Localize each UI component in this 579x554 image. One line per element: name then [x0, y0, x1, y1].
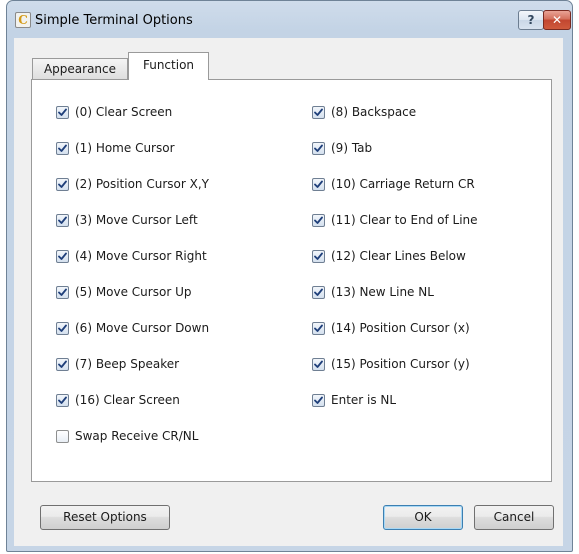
checkbox-checked-icon[interactable]	[56, 249, 69, 263]
checkbox-label: (14) Position Cursor (x)	[331, 321, 470, 335]
checkbox-label: (13) New Line NL	[331, 285, 434, 299]
checkbox-label: (1) Home Cursor	[75, 141, 175, 155]
close-icon: ✕	[551, 13, 563, 27]
reset-options-button[interactable]: Reset Options	[40, 505, 170, 530]
checkbox-swap-receive-cr-nl[interactable]: Swap Receive CR/NL	[56, 428, 198, 444]
checkbox-label: Swap Receive CR/NL	[75, 429, 199, 443]
checkbox-enter-is-nl[interactable]: Enter is NL	[312, 392, 396, 408]
checkbox-checked-icon[interactable]	[312, 285, 325, 299]
checkbox-0-clear-screen[interactable]: (0) Clear Screen	[56, 104, 172, 120]
checkbox-checked-icon[interactable]	[56, 141, 69, 155]
close-button[interactable]: ✕	[543, 10, 571, 30]
checkbox-checked-icon[interactable]	[56, 177, 69, 191]
checkbox-checked-icon[interactable]	[312, 141, 325, 155]
cancel-button[interactable]: Cancel	[474, 505, 554, 530]
checkbox-label: (4) Move Cursor Right	[75, 249, 207, 263]
checkbox-3-move-cursor-left[interactable]: (3) Move Cursor Left	[56, 212, 198, 228]
app-icon: C	[15, 12, 31, 28]
help-icon: ?	[527, 13, 535, 27]
checkbox-label: (12) Clear Lines Below	[331, 249, 466, 263]
checkbox-16-clear-screen[interactable]: (16) Clear Screen	[56, 392, 180, 408]
checkbox-5-move-cursor-up[interactable]: (5) Move Cursor Up	[56, 284, 191, 300]
checkbox-6-move-cursor-down[interactable]: (6) Move Cursor Down	[56, 320, 209, 336]
checkbox-label: (8) Backspace	[331, 105, 417, 119]
ok-button[interactable]: OK	[383, 505, 463, 530]
checkbox-checked-icon[interactable]	[56, 105, 69, 119]
checkbox-unchecked-icon[interactable]	[56, 429, 69, 443]
checkbox-1-home-cursor[interactable]: (1) Home Cursor	[56, 140, 175, 156]
tab-function[interactable]: Function	[128, 52, 209, 80]
checkbox-checked-icon[interactable]	[312, 213, 325, 227]
checkbox-checked-icon[interactable]	[56, 213, 69, 227]
checkbox-checked-icon[interactable]	[312, 177, 325, 191]
checkbox-2-position-cursor-x-y[interactable]: (2) Position Cursor X,Y	[56, 176, 209, 192]
options-dialog: C Simple Terminal Options ? ✕ Appearance…	[6, 0, 573, 552]
checkbox-7-beep-speaker[interactable]: (7) Beep Speaker	[56, 356, 179, 372]
checkbox-checked-icon[interactable]	[312, 357, 325, 371]
dialog-client-area: Appearance Function (0) Clear Screen (1) …	[14, 38, 563, 546]
checkbox-8-backspace[interactable]: (8) Backspace	[312, 104, 416, 120]
function-tab-panel: (0) Clear Screen (1) Home Cursor (2) Posit…	[31, 79, 552, 482]
checkbox-4-move-cursor-right[interactable]: (4) Move Cursor Right	[56, 248, 207, 264]
checkbox-label: Enter is NL	[331, 393, 397, 407]
checkbox-checked-icon[interactable]	[56, 321, 69, 335]
checkbox-checked-icon[interactable]	[56, 285, 69, 299]
checkbox-checked-icon[interactable]	[312, 321, 325, 335]
checkbox-label: (2) Position Cursor X,Y	[75, 177, 209, 191]
checkbox-label: (15) Position Cursor (y)	[331, 357, 470, 371]
checkbox-15-position-cursor-y[interactable]: (15) Position Cursor (y)	[312, 356, 470, 372]
checkbox-14-position-cursor-x[interactable]: (14) Position Cursor (x)	[312, 320, 470, 336]
tab-appearance[interactable]: Appearance	[32, 58, 128, 79]
checkbox-10-carriage-return-cr[interactable]: (10) Carriage Return CR	[312, 176, 475, 192]
checkbox-label: (6) Move Cursor Down	[75, 321, 210, 335]
checkbox-label: (5) Move Cursor Up	[75, 285, 192, 299]
checkbox-label: (16) Clear Screen	[75, 393, 180, 407]
checkbox-checked-icon[interactable]	[312, 105, 325, 119]
checkbox-checked-icon[interactable]	[56, 393, 69, 407]
checkbox-11-clear-to-end-of-line[interactable]: (11) Clear to End of Line	[312, 212, 478, 228]
checkbox-label: (0) Clear Screen	[75, 105, 173, 119]
checkbox-13-new-line-nl[interactable]: (13) New Line NL	[312, 284, 434, 300]
checkbox-label: (9) Tab	[331, 141, 373, 155]
window-title: Simple Terminal Options	[35, 13, 193, 28]
checkbox-label: (3) Move Cursor Left	[75, 213, 198, 227]
checkbox-label: (11) Clear to End of Line	[331, 213, 478, 227]
checkbox-label: (10) Carriage Return CR	[331, 177, 475, 191]
title-bar[interactable]: C Simple Terminal Options ? ✕	[7, 1, 572, 38]
checkbox-9-tab[interactable]: (9) Tab	[312, 140, 372, 156]
checkbox-checked-icon[interactable]	[312, 249, 325, 263]
checkbox-12-clear-lines-below[interactable]: (12) Clear Lines Below	[312, 248, 466, 264]
checkbox-checked-icon[interactable]	[56, 357, 69, 371]
help-button[interactable]: ?	[518, 10, 544, 30]
checkbox-checked-icon[interactable]	[312, 393, 325, 407]
checkbox-label: (7) Beep Speaker	[75, 357, 180, 371]
